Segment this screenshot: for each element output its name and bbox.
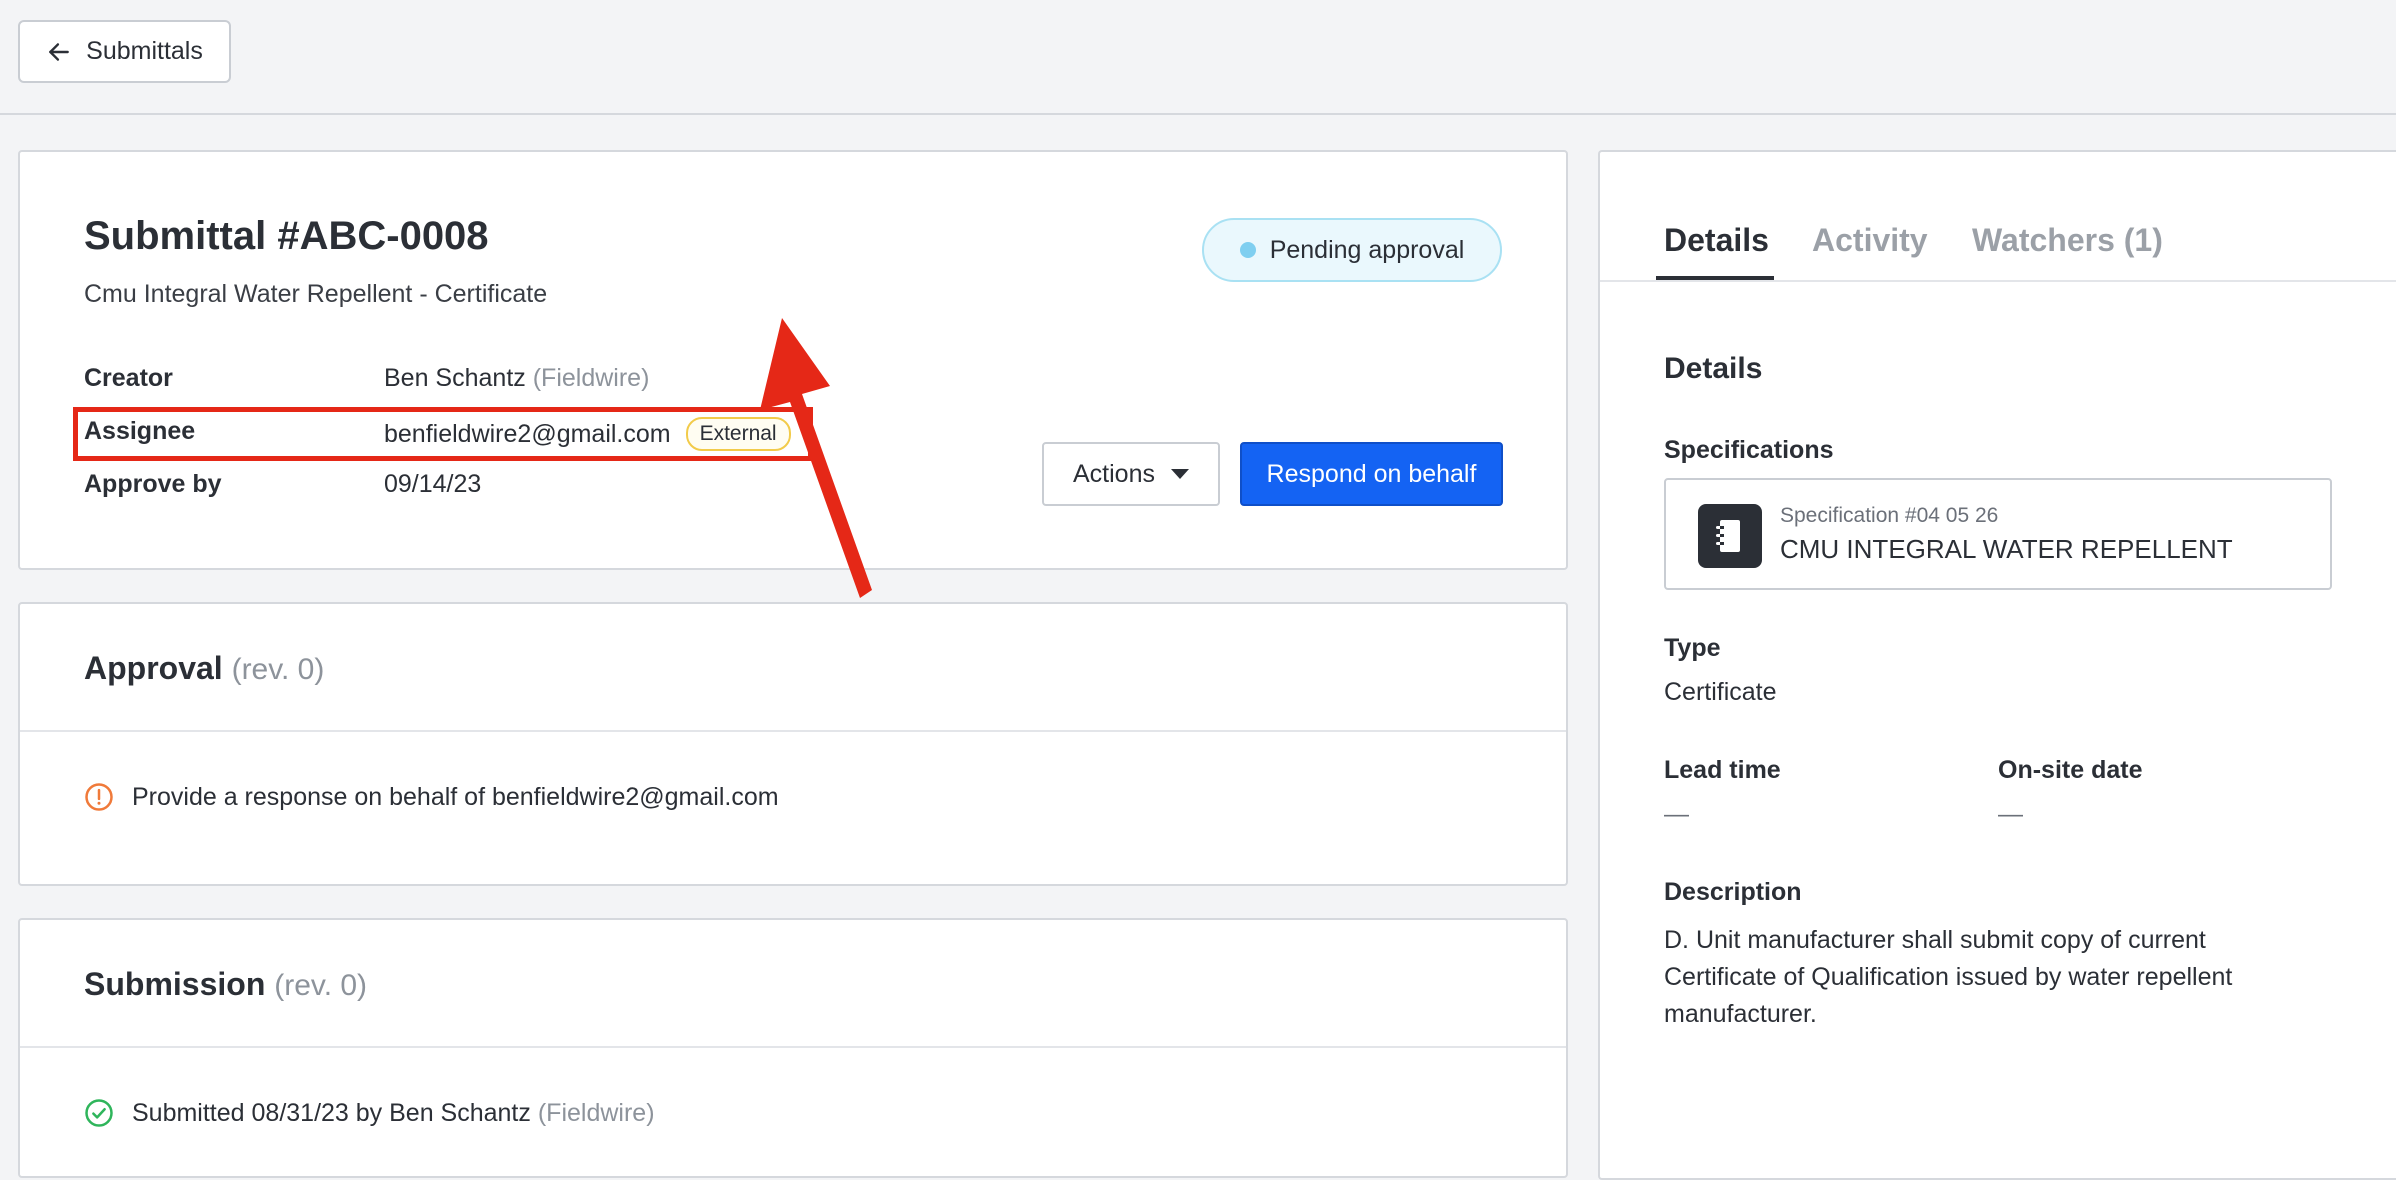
approval-heading: Approval (rev. 0) [84, 650, 324, 687]
tab-watchers[interactable]: Watchers (1) [1972, 222, 2163, 259]
description-label: Description [1664, 878, 1802, 906]
submission-notice-org: (Fieldwire) [537, 1098, 655, 1127]
submission-divider [20, 1046, 1566, 1048]
submission-heading: Submission (rev. 0) [84, 966, 367, 1003]
submission-notice-text: Submitted 08/31/23 by Ben Schantz [132, 1098, 531, 1127]
top-bar: Submittals [0, 0, 2396, 115]
approval-title: Approval [84, 650, 223, 686]
specification-number: Specification #04 05 26 [1780, 504, 1999, 527]
type-value: Certificate [1664, 678, 1777, 706]
tab-activity[interactable]: Activity [1812, 222, 1928, 259]
creator-label: Creator [84, 364, 173, 392]
approve-by-label: Approve by [84, 470, 222, 498]
specification-name: CMU INTEGRAL WATER REPELLENT [1780, 534, 2233, 564]
alert-circle-icon [85, 783, 113, 811]
pointer-arrow-icon [760, 318, 872, 598]
onsite-date-label: On-site date [1998, 756, 2143, 784]
actions-dropdown-button[interactable]: Actions [1042, 442, 1220, 506]
submission-notice: Submitted 08/31/23 by Ben Schantz (Field… [84, 1098, 655, 1128]
status-dot-icon [1239, 242, 1256, 258]
approval-rev: (rev. 0) [231, 653, 325, 686]
details-side-panel: Details Activity Watchers (1) Details Sp… [1598, 150, 2396, 1180]
status-label: Pending approval [1269, 235, 1465, 264]
assignee-highlight-box [73, 407, 813, 461]
notebook-icon [1698, 504, 1762, 568]
side-panel-tabs: Details Activity Watchers (1) [1600, 152, 2396, 282]
respond-on-behalf-button[interactable]: Respond on behalf [1240, 442, 1503, 506]
status-badge: Pending approval [1202, 218, 1502, 282]
approval-card: Approval (rev. 0) Provide a response on … [18, 602, 1568, 886]
lead-time-value: — [1664, 800, 1689, 828]
approve-by-value: 09/14/23 [384, 470, 482, 498]
approval-notice-text: Provide a response on behalf of benfield… [132, 782, 779, 811]
creator-org: (Fieldwire) [532, 364, 650, 392]
submission-title: Submission [84, 966, 266, 1002]
submission-rev: (rev. 0) [274, 969, 368, 1002]
type-label: Type [1664, 634, 1721, 662]
back-to-submittals-button[interactable]: Submittals [18, 20, 231, 83]
description-value: D. Unit manufacturer shall submit copy o… [1664, 926, 2233, 1028]
actions-label: Actions [1073, 459, 1155, 488]
details-heading: Details [1664, 352, 1763, 385]
submission-card: Submission (rev. 0) Submitted 08/31/23 b… [18, 918, 1568, 1178]
check-circle-icon [85, 1099, 113, 1127]
back-button-label: Submittals [86, 37, 203, 65]
active-tab-indicator [1656, 276, 1774, 280]
approval-divider [20, 730, 1566, 732]
arrow-left-icon [49, 42, 69, 61]
lead-time-label: Lead time [1664, 756, 1781, 784]
creator-name: Ben Schantz [384, 364, 526, 392]
submittal-subtitle: Cmu Integral Water Repellent - Certifica… [84, 280, 548, 308]
approval-notice: Provide a response on behalf of benfield… [84, 782, 779, 812]
onsite-date-value: — [1998, 800, 2023, 828]
tab-details[interactable]: Details [1664, 222, 1769, 259]
caret-down-icon [1170, 469, 1189, 479]
specifications-label: Specifications [1664, 436, 1834, 464]
submittal-title: Submittal #ABC-0008 [84, 214, 489, 258]
specification-card[interactable]: Specification #04 05 26 CMU INTEGRAL WAT… [1664, 478, 2332, 590]
creator-value: Ben Schantz (Fieldwire) [384, 364, 649, 393]
